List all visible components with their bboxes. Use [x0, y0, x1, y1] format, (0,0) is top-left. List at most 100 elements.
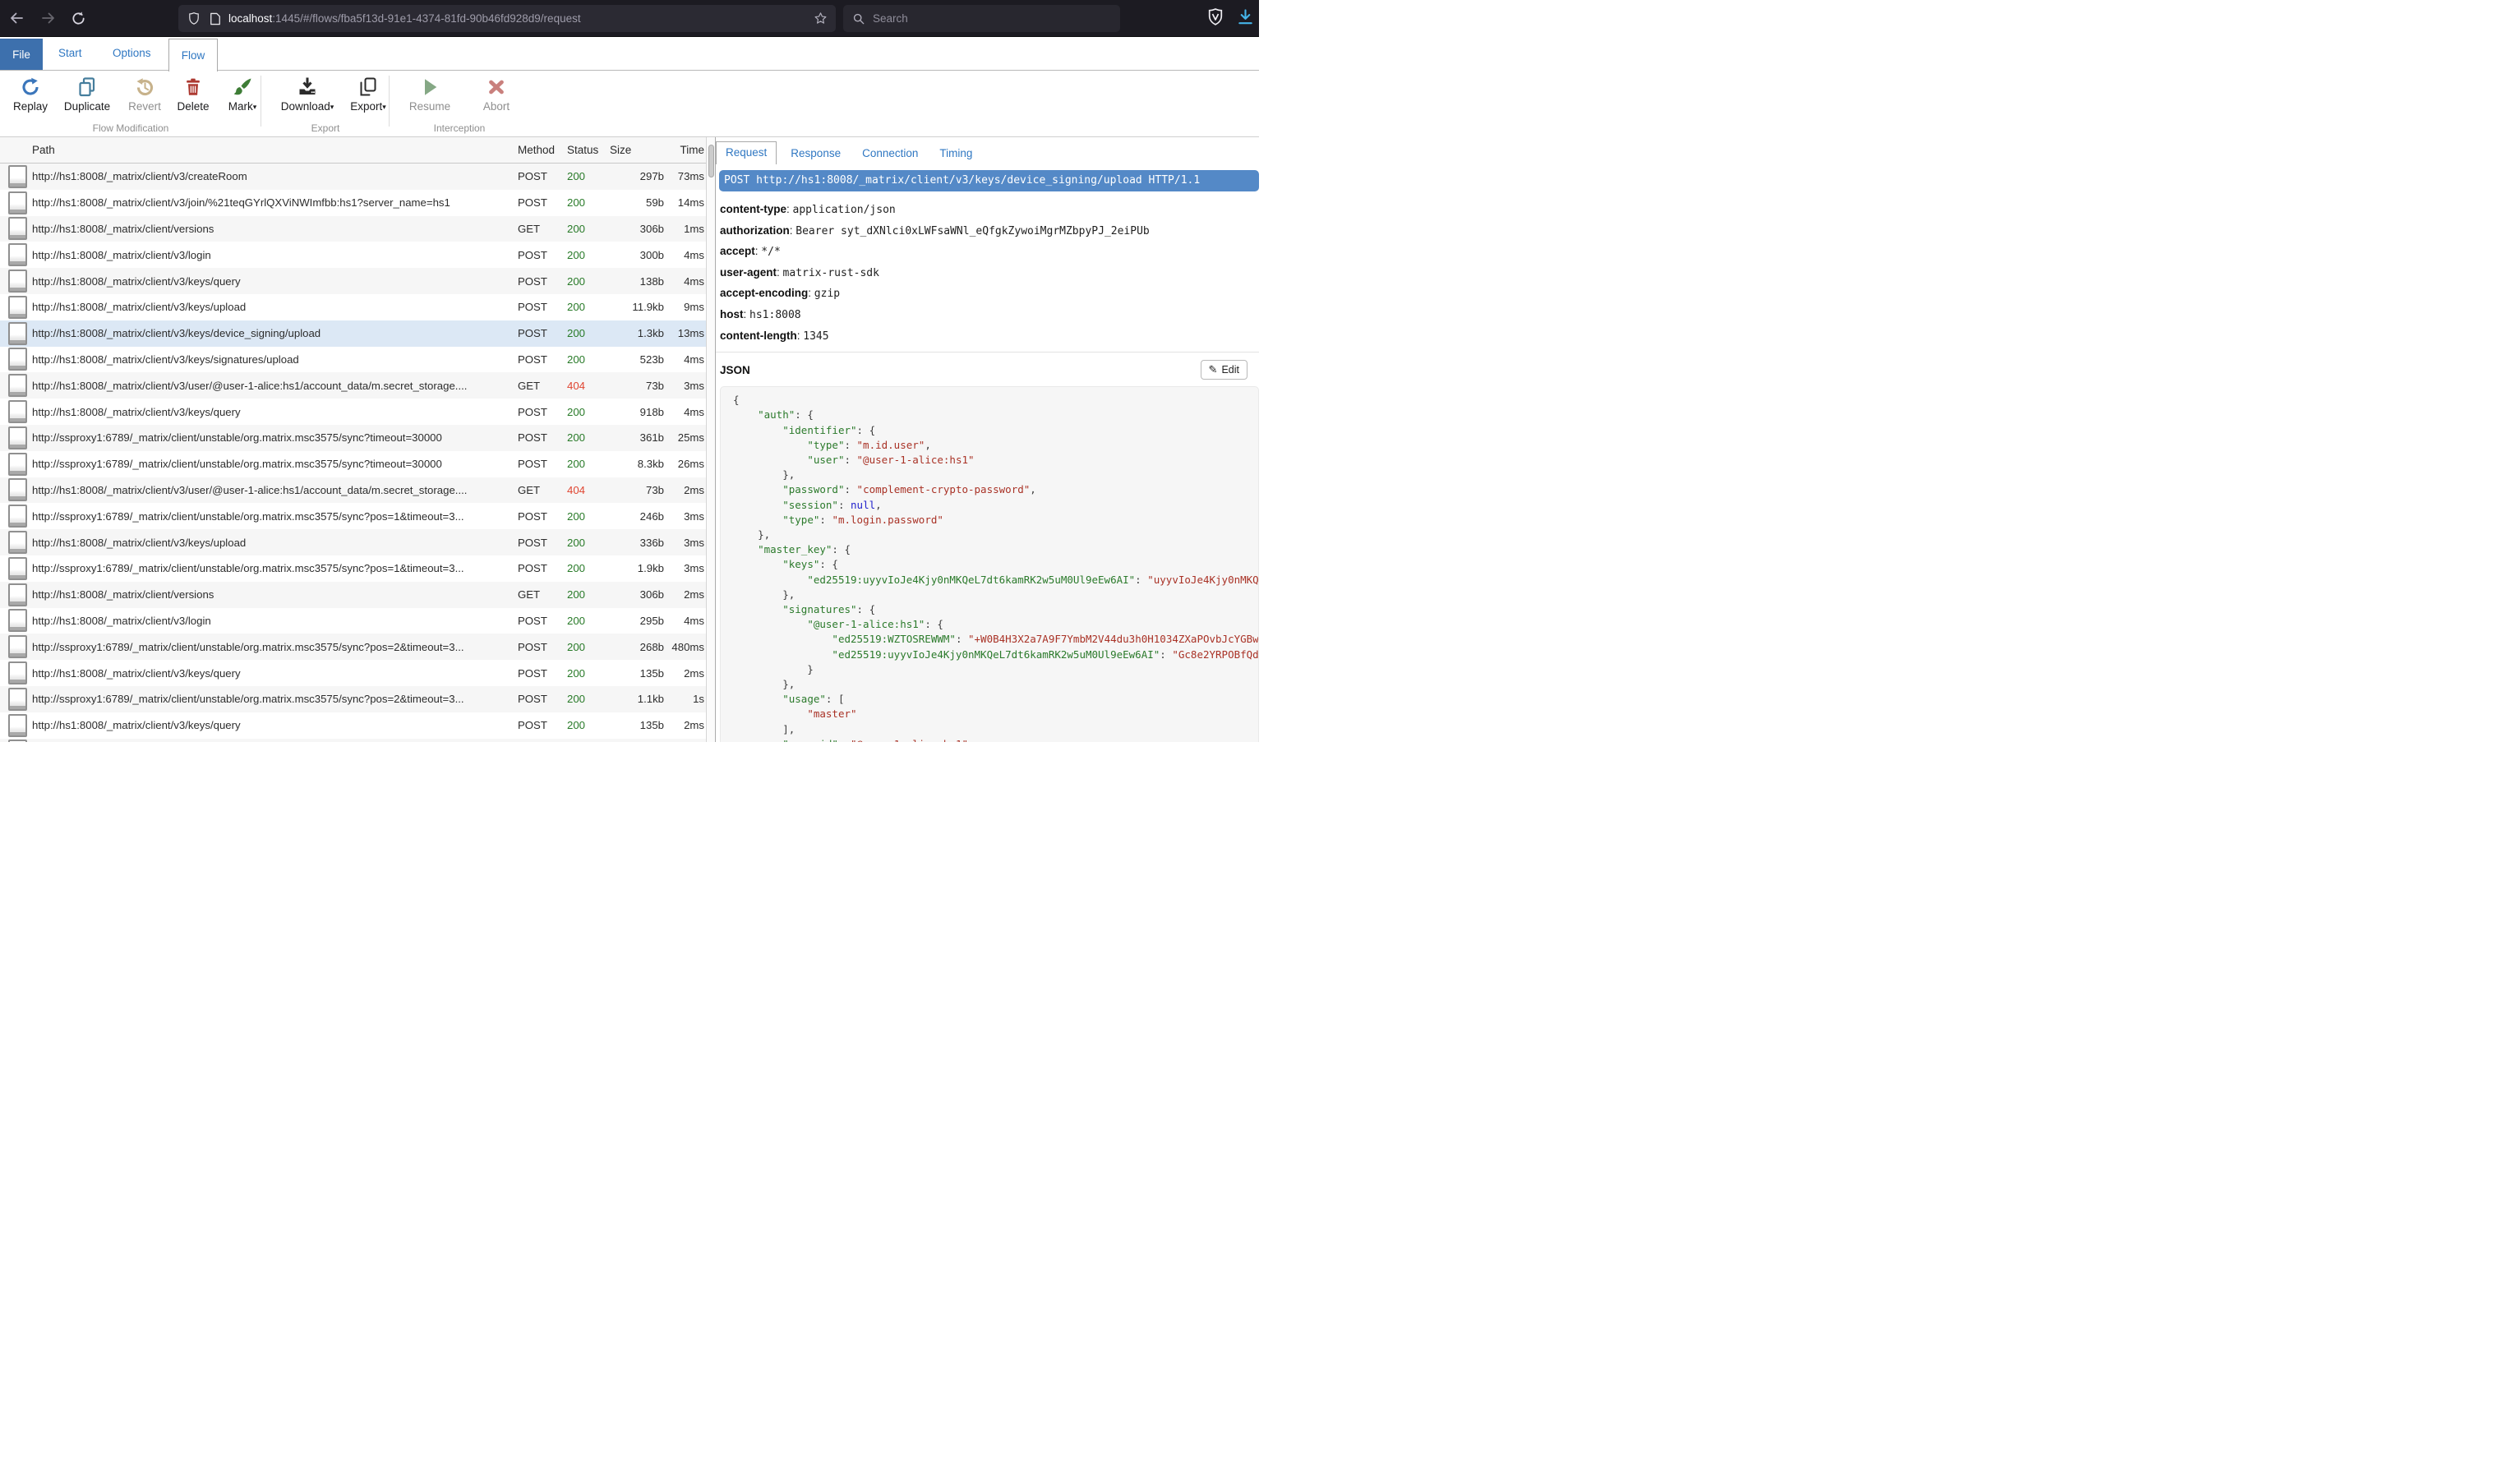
delete-button[interactable]: Delete: [169, 75, 217, 113]
json-line: },: [733, 528, 1258, 542]
flow-row[interactable]: http://hs1:8008/_matrix/client/v3/loginP…: [0, 608, 715, 634]
flow-status: 200: [567, 562, 610, 574]
divider: [716, 352, 1259, 353]
abort-button[interactable]: Abort: [473, 75, 519, 113]
flow-doc-icon: [0, 478, 32, 501]
search-input[interactable]: [871, 12, 1088, 25]
flow-path: http://hs1:8008/_matrix/client/v3/join/%…: [32, 196, 518, 209]
flow-time: 4ms: [664, 615, 704, 627]
flow-size: 300b: [610, 249, 664, 261]
col-time[interactable]: Time: [664, 144, 704, 156]
flow-size: 306b: [610, 588, 664, 601]
revert-icon: [134, 75, 155, 99]
forward-icon[interactable]: [35, 6, 62, 30]
flow-row[interactable]: [0, 739, 715, 742]
play-icon: [420, 75, 440, 99]
col-path[interactable]: Path: [32, 144, 518, 156]
page-info-icon[interactable]: [210, 12, 221, 25]
json-body[interactable]: { "auth": { "identifier": { "type": "m.i…: [720, 386, 1259, 742]
replay-icon: [20, 75, 41, 99]
flow-table-header[interactable]: Path Method Status Size Time: [0, 137, 715, 164]
edit-button[interactable]: ✎ Edit: [1201, 360, 1247, 380]
download-button[interactable]: Download▾: [271, 75, 344, 113]
menu-tab-flow[interactable]: Flow: [168, 39, 218, 71]
flow-row[interactable]: http://hs1:8008/_matrix/client/v3/keys/d…: [0, 320, 715, 347]
tab-connection[interactable]: Connection: [855, 143, 925, 164]
header-line[interactable]: accept: */*: [720, 242, 1259, 263]
caret-down-icon: ▾: [382, 103, 386, 111]
bookmark-star-icon[interactable]: [814, 12, 828, 25]
header-line[interactable]: host: hs1:8008: [720, 305, 1259, 326]
shield-icon[interactable]: [187, 12, 201, 25]
flow-doc-icon: [0, 243, 32, 266]
flow-row[interactable]: http://hs1:8008/_matrix/client/v3/keys/u…: [0, 294, 715, 320]
flow-method: POST: [518, 353, 567, 366]
header-line[interactable]: user-agent: matrix-rust-sdk: [720, 263, 1259, 284]
flow-doc-icon: [0, 191, 32, 214]
menu-options[interactable]: Options: [113, 37, 151, 68]
header-line[interactable]: content-type: application/json: [720, 200, 1259, 221]
flow-row[interactable]: http://hs1:8008/_matrix/client/v3/keys/u…: [0, 529, 715, 555]
header-line[interactable]: authorization: Bearer syt_dXNlci0xLWFsaW…: [720, 221, 1259, 242]
flow-row[interactable]: http://hs1:8008/_matrix/client/v3/keys/q…: [0, 399, 715, 425]
menu-start[interactable]: Start: [58, 37, 82, 68]
menu-bar: File Start Options Flow: [0, 37, 1259, 71]
flow-row[interactable]: http://hs1:8008/_matrix/client/v3/create…: [0, 164, 715, 190]
copy-icon: [357, 75, 379, 99]
tab-timing[interactable]: Timing: [932, 143, 980, 164]
request-line[interactable]: POST http://hs1:8008/_matrix/client/v3/k…: [719, 170, 1259, 191]
tab-response[interactable]: Response: [783, 143, 848, 164]
tab-request[interactable]: Request: [716, 141, 777, 164]
flow-doc-icon: [0, 661, 32, 684]
flow-time: 9ms: [664, 301, 704, 313]
flow-path: http://hs1:8008/_matrix/client/v3/create…: [32, 170, 518, 182]
url-bar[interactable]: localhost:1445/#/flows/fba5f13d-91e1-437…: [178, 5, 836, 32]
revert-button[interactable]: Revert: [122, 75, 168, 113]
back-icon[interactable]: [3, 6, 30, 30]
flow-row[interactable]: http://hs1:8008/_matrix/client/v3/join/%…: [0, 190, 715, 216]
browser-search[interactable]: [843, 5, 1120, 32]
flow-row[interactable]: http://hs1:8008/_matrix/client/v3/keys/q…: [0, 712, 715, 739]
flow-row[interactable]: http://hs1:8008/_matrix/client/v3/keys/s…: [0, 347, 715, 373]
flow-row[interactable]: http://hs1:8008/_matrix/client/v3/keys/q…: [0, 660, 715, 686]
flow-size: 135b: [610, 667, 664, 680]
col-method[interactable]: Method: [518, 144, 567, 156]
flow-row[interactable]: http://hs1:8008/_matrix/client/v3/keys/q…: [0, 268, 715, 294]
flow-row[interactable]: http://ssproxy1:6789/_matrix/client/unst…: [0, 425, 715, 451]
menu-file-button[interactable]: File: [0, 39, 43, 70]
flow-path: http://ssproxy1:6789/_matrix/client/unst…: [32, 693, 518, 705]
flow-row[interactable]: http://hs1:8008/_matrix/client/versionsG…: [0, 216, 715, 242]
flow-row[interactable]: http://hs1:8008/_matrix/client/v3/loginP…: [0, 242, 715, 268]
duplicate-button[interactable]: Duplicate: [54, 75, 120, 113]
flow-row[interactable]: http://ssproxy1:6789/_matrix/client/unst…: [0, 555, 715, 582]
flow-row[interactable]: http://hs1:8008/_matrix/client/v3/user/@…: [0, 372, 715, 399]
flow-row[interactable]: http://ssproxy1:6789/_matrix/client/unst…: [0, 686, 715, 712]
json-line: },: [733, 588, 1258, 602]
flow-row[interactable]: http://ssproxy1:6789/_matrix/client/unst…: [0, 634, 715, 660]
flow-row[interactable]: http://ssproxy1:6789/_matrix/client/unst…: [0, 451, 715, 477]
flow-row[interactable]: http://hs1:8008/_matrix/client/v3/user/@…: [0, 477, 715, 504]
json-line: ],: [733, 722, 1258, 737]
replay-button[interactable]: Replay: [8, 75, 53, 113]
flow-path: http://ssproxy1:6789/_matrix/client/unst…: [32, 510, 518, 523]
flow-row[interactable]: http://hs1:8008/_matrix/client/versionsG…: [0, 582, 715, 608]
flow-size: 1.1kb: [610, 693, 664, 705]
extension-shield-icon[interactable]: [1206, 7, 1224, 31]
reload-icon[interactable]: [65, 6, 91, 30]
col-size[interactable]: Size: [610, 144, 664, 156]
mark-button[interactable]: Mark▾: [219, 75, 266, 113]
flow-path: http://hs1:8008/_matrix/client/v3/keys/u…: [32, 301, 518, 313]
flow-method: POST: [518, 275, 567, 288]
resume-button[interactable]: Resume: [403, 75, 457, 113]
downloads-icon[interactable]: [1236, 7, 1255, 31]
flow-row[interactable]: http://ssproxy1:6789/_matrix/client/unst…: [0, 503, 715, 529]
flow-rows: http://hs1:8008/_matrix/client/v3/create…: [0, 164, 715, 742]
scrollbar-thumb[interactable]: [708, 145, 714, 177]
col-status[interactable]: Status: [567, 144, 610, 156]
flow-doc-icon: [0, 635, 32, 658]
export-button[interactable]: Export▾: [344, 75, 393, 113]
header-line[interactable]: content-length: 1345: [720, 326, 1259, 348]
flow-list-scrollbar[interactable]: [706, 137, 715, 742]
flow-status: 404: [567, 380, 610, 392]
header-line[interactable]: accept-encoding: gzip: [720, 283, 1259, 305]
